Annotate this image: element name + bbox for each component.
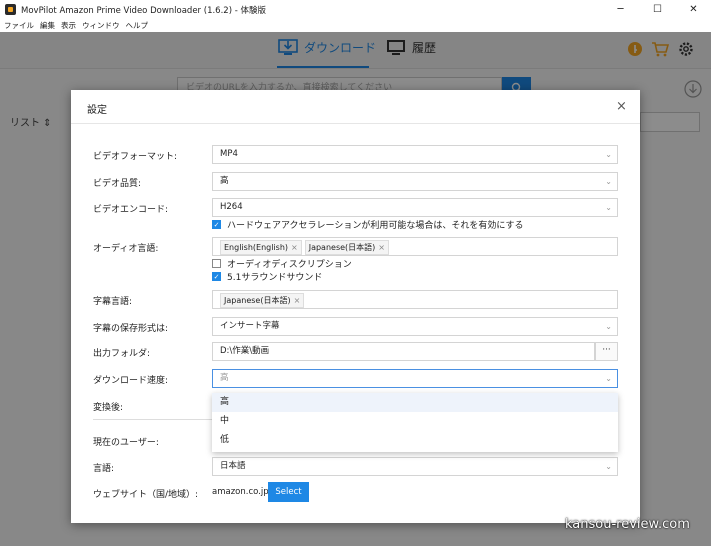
close-window-button[interactable]: ✕ [676,0,711,19]
video-format-select[interactable]: MP4 ⌄ [212,145,618,164]
audio-language-select[interactable]: English(English) × Japanese(日本語) × [212,237,618,256]
speed-option-low[interactable]: 低 [212,431,618,450]
subtitle-tag-label: Japanese(日本語) [224,296,291,305]
divider [71,123,640,124]
chevron-down-icon: ⌄ [605,374,612,383]
hw-accel-checkbox-row[interactable]: ✓ ハードウェアアクセラレーションが利用可能な場合は、それを有効にする [212,218,523,231]
website-select-button[interactable]: Select [268,482,309,502]
menu-edit[interactable]: 編集 [40,20,55,31]
subtitle-format-select[interactable]: インサート字幕 ⌄ [212,317,618,336]
maximize-button[interactable]: ☐ [640,0,675,19]
audio-description-label: オーディオディスクリプション [227,260,352,270]
watermark-text: kansou-review.com [565,517,690,532]
hw-accel-label: ハードウェアアクセラレーションが利用可能な場合は、それを有効にする [227,221,524,231]
audio-language-label: オーディオ言語: [93,244,159,254]
video-format-value: MP4 [220,149,238,159]
tag-remove-icon[interactable]: × [291,243,298,252]
download-speed-dropdown: 高 中 低 [212,393,618,452]
menu-file[interactable]: ファイル [4,20,34,31]
app-logo-icon [5,4,16,15]
subtitle-format-label: 字幕の保存形式は: [93,324,169,334]
dialog-close-button[interactable]: × [616,99,627,114]
tag-remove-icon[interactable]: × [378,243,385,252]
browse-folder-button[interactable]: ··· [595,342,618,361]
audio-tag: Japanese(日本語) × [304,240,389,255]
window-title: MovPilot Amazon Prime Video Downloader (… [21,5,266,16]
menu-bar: ファイル 編集 表示 ウィンドウ ヘルプ [0,19,711,32]
video-codec-label: ビデオエンコード: [93,205,169,215]
dialog-title: 設定 [87,105,107,116]
surround-label: 5.1サラウンドサウンド [227,273,323,283]
output-folder-input[interactable]: D:\作業\動画 [212,342,595,361]
audio-description-row[interactable]: オーディオディスクリプション [212,257,352,270]
download-speed-value: 高 [220,373,229,383]
after-convert-label: 変換後: [93,403,124,413]
surround-row[interactable]: ✓ 5.1サラウンドサウンド [212,270,322,283]
language-select[interactable]: 日本語 ⌄ [212,457,618,476]
audio-tag-label: English(English) [224,243,289,252]
download-speed-label: ダウンロード速度: [93,376,169,386]
tag-remove-icon[interactable]: × [294,296,301,305]
output-folder-label: 出力フォルダ: [93,349,151,359]
settings-dialog: 設定 × ビデオフォーマット: MP4 ⌄ ビデオ品質: 高 ⌄ ビデオエンコー… [71,90,640,523]
chevron-down-icon: ⌄ [605,203,612,212]
audio-tag-label: Japanese(日本語) [308,243,376,252]
video-quality-select[interactable]: 高 ⌄ [212,172,618,191]
website-label: ウェブサイト（国/地域）: [93,490,199,500]
chevron-down-icon: ⌄ [605,462,612,471]
menu-window[interactable]: ウィンドウ [82,20,120,31]
speed-option-high[interactable]: 高 [212,393,618,412]
subtitle-language-label: 字幕言語: [93,297,133,307]
subtitle-format-value: インサート字幕 [220,321,280,331]
subtitle-language-select[interactable]: Japanese(日本語) × [212,290,618,309]
language-label: 言語: [93,464,115,474]
chevron-down-icon: ⌄ [605,177,612,186]
output-folder-value: D:\作業\動画 [220,346,270,356]
audio-description-checkbox[interactable] [212,259,221,268]
audio-tag: English(English) × [220,240,302,255]
chevron-down-icon: ⌄ [605,150,612,159]
minimize-button[interactable]: ─ [603,0,638,19]
download-speed-select[interactable]: 高 ⌄ [212,369,618,388]
chevron-down-icon: ⌄ [605,322,612,331]
video-quality-label: ビデオ品質: [93,179,142,189]
video-codec-select[interactable]: H264 ⌄ [212,198,618,217]
menu-view[interactable]: 表示 [61,20,76,31]
surround-checkbox[interactable]: ✓ [212,272,221,281]
video-codec-value: H264 [220,202,243,212]
speed-option-medium[interactable]: 中 [212,412,618,431]
language-value: 日本語 [220,461,246,471]
video-quality-value: 高 [220,176,229,186]
hw-accel-checkbox[interactable]: ✓ [212,220,221,229]
divider [93,419,212,420]
website-value: amazon.co.jp [212,487,269,497]
current-user-label: 現在のユーザー: [93,438,159,448]
video-format-label: ビデオフォーマット: [93,152,178,162]
menu-help[interactable]: ヘルプ [126,20,149,31]
title-bar: MovPilot Amazon Prime Video Downloader (… [0,0,711,19]
subtitle-tag: Japanese(日本語) × [220,293,305,308]
